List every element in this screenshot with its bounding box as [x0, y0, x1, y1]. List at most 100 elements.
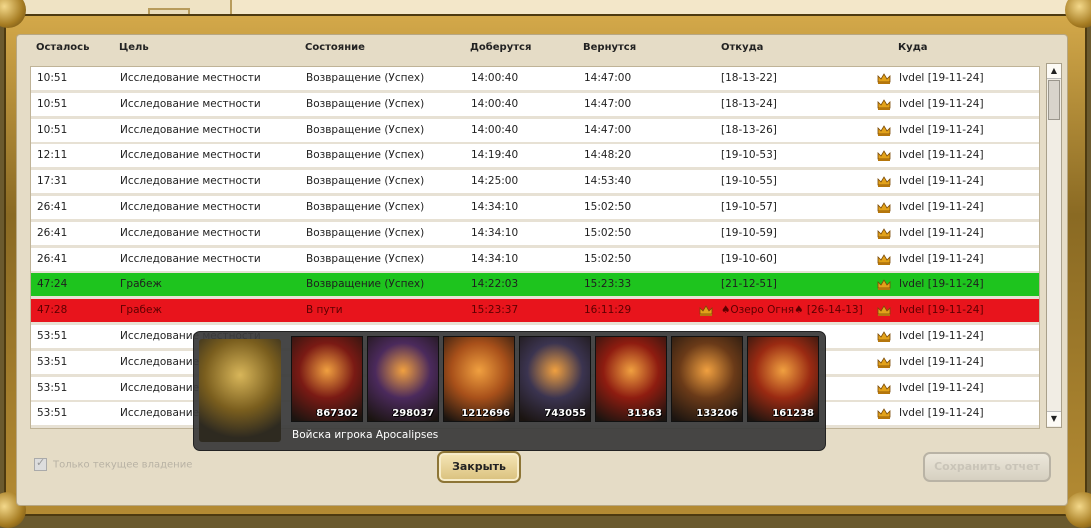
- cell-remaining: 10:51: [37, 97, 68, 110]
- list-item-highlighted[interactable]: 47:28 Грабеж В пути 15:23:37 16:11:29 ♠Озеро …: [31, 299, 1039, 326]
- crown-icon: [877, 253, 891, 265]
- cell-from: [19-10-59]: [721, 226, 777, 239]
- hero-portrait-icon: [199, 339, 281, 442]
- cell-return: 15:02:50: [584, 252, 632, 265]
- cell-to: Ivdel [19-11-24]: [899, 175, 984, 188]
- cell-status: Возвращение (Успех): [306, 252, 425, 265]
- list-item[interactable]: 26:41 Исследование местности Возвращение (…: [31, 221, 1039, 248]
- cell-from: [19-10-57]: [721, 201, 777, 213]
- cell-remaining: 53:51: [37, 407, 68, 420]
- column-header-goal[interactable]: Цель: [119, 42, 149, 56]
- unit-count: 743055: [544, 408, 586, 419]
- cell-to: Ivdel [19-11-24]: [899, 355, 984, 368]
- cell-to: Ivdel [19-11-24]: [899, 407, 984, 420]
- column-header-return[interactable]: Вернутся: [583, 42, 636, 56]
- player-troops-tooltip: Войска игрока Apocalipses 867302 298037 12…: [193, 331, 826, 451]
- cell-goal: Исследование местности: [120, 252, 261, 265]
- checkbox-icon[interactable]: ✓: [34, 456, 47, 471]
- crown-icon: [877, 408, 891, 420]
- cell-arrive: 14:34:10: [471, 201, 519, 213]
- column-header-from[interactable]: Откуда: [721, 42, 763, 56]
- list-item[interactable]: 12:11 Исследование местности Возвращение (…: [31, 144, 1039, 171]
- cell-arrive: 14:25:00: [471, 175, 519, 188]
- cell-status: Возвращение (Успех): [306, 175, 425, 188]
- column-header-status[interactable]: Состояние: [305, 42, 365, 56]
- fire-elemental-icon: 31363: [595, 336, 667, 422]
- unit-count: 161238: [772, 408, 814, 419]
- cell-to: Ivdel [19-11-24]: [899, 304, 984, 317]
- cell-return: 14:48:20: [584, 149, 632, 162]
- list-scrollbar[interactable]: ▲ ▼: [1046, 63, 1062, 428]
- cell-remaining: 26:41: [37, 201, 68, 213]
- cell-remaining: 53:51: [37, 381, 68, 394]
- cell-status: Возвращение (Успех): [306, 123, 425, 136]
- list-item[interactable]: 26:41 Исследование местности Возвращение (…: [31, 196, 1039, 222]
- list-item[interactable]: 17:31 Исследование местности Возвращение (…: [31, 170, 1039, 197]
- cell-status: Возвращение (Успех): [306, 201, 425, 213]
- crown-icon: [877, 73, 891, 84]
- cell-remaining: 53:51: [37, 330, 68, 342]
- unit-count: 867302: [316, 408, 358, 419]
- column-header-remaining[interactable]: Осталось: [36, 42, 89, 56]
- crown-icon: [877, 357, 891, 368]
- current-holding-filter[interactable]: ✓ Только текущее владение: [34, 456, 192, 471]
- crown-icon: [877, 279, 891, 291]
- crown-icon: [699, 305, 713, 317]
- cell-arrive: 14:00:40: [471, 72, 519, 84]
- cell-to: Ivdel [19-11-24]: [899, 149, 984, 162]
- list-item[interactable]: 10:51 Исследование местности Возвращение (…: [31, 118, 1039, 145]
- cell-from: [19-10-60]: [721, 252, 777, 265]
- cell-remaining: 17:31: [37, 175, 68, 188]
- cell-to: Ivdel [19-11-24]: [899, 330, 984, 342]
- cell-arrive: 14:34:10: [471, 226, 519, 239]
- crown-icon: [877, 305, 891, 317]
- warlord-icon: 133206: [671, 336, 743, 422]
- unit-count: 1212696: [461, 408, 510, 419]
- column-header-to[interactable]: Куда: [898, 42, 928, 56]
- cell-arrive: 14:34:10: [471, 252, 519, 265]
- crown-icon: [877, 382, 891, 394]
- crown-icon: [877, 228, 891, 239]
- close-button[interactable]: Закрыть: [437, 451, 521, 483]
- cell-from: [19-10-53]: [721, 149, 777, 162]
- cell-status: Возвращение (Успех): [306, 97, 425, 110]
- save-report-button[interactable]: Сохранить отчет: [923, 452, 1051, 482]
- list-item-highlighted[interactable]: 47:24 Грабеж Возвращение (Успех) 14:22:03 15…: [31, 273, 1039, 300]
- crown-icon: [877, 202, 891, 213]
- cell-goal: Исследование местности: [120, 175, 261, 188]
- cell-goal: Исследование местности: [120, 72, 261, 84]
- cell-return: 14:47:00: [584, 123, 632, 136]
- fire-beast-icon: 1212696: [443, 336, 515, 422]
- cell-remaining: 26:41: [37, 226, 68, 239]
- cell-goal: Исследование местности: [120, 123, 261, 136]
- list-item[interactable]: 10:51 Исследование местности Возвращение (…: [31, 92, 1039, 119]
- crown-icon: [877, 176, 891, 188]
- scroll-up-icon[interactable]: ▲: [1047, 64, 1061, 79]
- list-item[interactable]: 10:51 Исследование местности Возвращение (…: [31, 67, 1039, 93]
- cell-from: [19-10-55]: [721, 175, 777, 188]
- cell-arrive: 15:23:37: [471, 304, 519, 317]
- cell-status: Возвращение (Успех): [306, 226, 425, 239]
- column-header-arrive[interactable]: Доберутся: [470, 42, 531, 56]
- bone-dragon-icon: 743055: [519, 336, 591, 422]
- cell-remaining: 53:51: [37, 355, 68, 368]
- cell-return: 15:02:50: [584, 226, 632, 239]
- tooltip-caption: Войска игрока Apocalipses: [292, 429, 439, 441]
- cell-goal: Исследование местности: [120, 149, 261, 162]
- cell-status: Возвращение (Успех): [306, 278, 425, 291]
- scroll-thumb[interactable]: [1048, 80, 1060, 120]
- cell-remaining: 10:51: [37, 123, 68, 136]
- cell-return: 14:47:00: [584, 72, 632, 84]
- cell-goal: Исследование местности: [120, 201, 261, 213]
- cell-to: Ivdel [19-11-24]: [899, 252, 984, 265]
- scroll-down-icon[interactable]: ▼: [1047, 411, 1061, 426]
- corner-ornament-icon: [1065, 492, 1091, 528]
- cell-remaining: 47:24: [37, 278, 68, 291]
- cell-arrive: 14:19:40: [471, 149, 519, 162]
- cell-return: 14:53:40: [584, 175, 632, 188]
- cell-return: 15:23:33: [584, 278, 632, 291]
- red-dragon-icon: 867302: [291, 336, 363, 422]
- unit-count: 31363: [627, 408, 662, 419]
- list-item[interactable]: 26:41 Исследование местности Возвращение (…: [31, 247, 1039, 274]
- cell-status: В пути: [306, 304, 343, 317]
